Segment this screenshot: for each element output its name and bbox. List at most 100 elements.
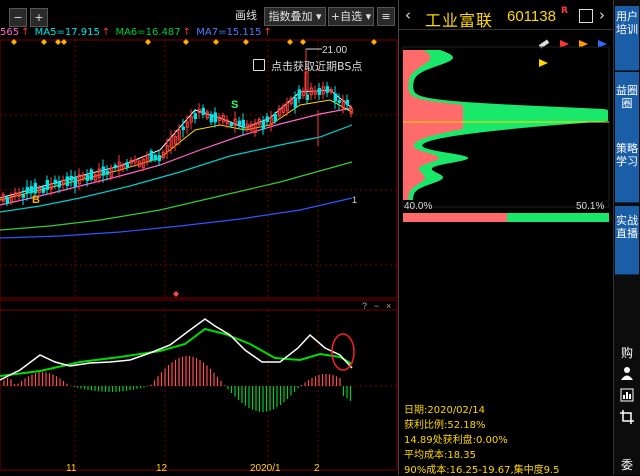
candle (21, 187, 25, 206)
candle (117, 154, 121, 178)
candle-body (293, 97, 297, 108)
candle-body (5, 197, 9, 204)
candle-body (113, 165, 117, 169)
candle (221, 112, 225, 125)
candle (81, 171, 85, 182)
candle-body (345, 99, 349, 106)
crop-icon[interactable] (617, 410, 637, 430)
chart-icon[interactable] (617, 388, 637, 408)
candle (97, 163, 101, 184)
candle-body (273, 114, 277, 122)
candle (269, 111, 273, 132)
candle-body (193, 113, 197, 120)
tab-user-training-label: 用户培训 (616, 10, 638, 36)
candle-body (89, 169, 93, 180)
indicator-help-button[interactable]: ? (362, 301, 367, 311)
candle-body (317, 88, 321, 95)
buy-button[interactable]: 购 (617, 344, 637, 362)
tab-user-training[interactable]: 用户培训 (615, 6, 639, 71)
candle (149, 148, 153, 163)
candle-body (157, 155, 161, 161)
candle (301, 87, 305, 100)
candle-body (149, 150, 153, 161)
candle (61, 175, 65, 190)
sell-marker[interactable]: S (231, 99, 238, 111)
candle (261, 115, 265, 135)
candle-body (45, 179, 49, 190)
ma-line-cyan (0, 124, 353, 213)
candle-body (25, 187, 29, 194)
candle-body (333, 93, 337, 102)
x-axis-label: 2020/1 (250, 463, 281, 474)
buy-marker[interactable]: B (32, 194, 40, 206)
candle (69, 169, 73, 187)
x-axis-label: 12 (156, 463, 168, 474)
tab-yiquanquan-label: 益圈圈 (616, 84, 638, 110)
candle (245, 119, 249, 133)
level-marker: 1 (352, 195, 357, 205)
indicator-minimize-button[interactable]: − (374, 301, 379, 311)
candle-body (21, 194, 25, 198)
candle (169, 130, 173, 155)
candle (145, 151, 149, 166)
candle-body (65, 176, 69, 186)
tab-live-broadcast[interactable]: 实战直播 (615, 206, 639, 275)
tab-strategy-learning[interactable]: 策略学习 (615, 136, 639, 203)
chip-distribution[interactable]: 40.0% 50.1% (399, 45, 614, 265)
candle (321, 81, 325, 99)
candle-body (69, 175, 73, 181)
stock-menu-icon[interactable] (579, 9, 593, 23)
candle-body (265, 116, 269, 123)
bs-points-label: 点击获取近期BS点 (271, 60, 363, 73)
candle-body (33, 182, 37, 194)
pane-marker-icon (173, 291, 179, 297)
profit-bar-red (403, 213, 508, 222)
ma-line-green (0, 161, 353, 231)
user-icon[interactable] (617, 366, 637, 386)
candle-body (297, 89, 301, 100)
candle (197, 103, 201, 119)
candle (237, 116, 241, 130)
candle-body (213, 112, 217, 123)
indicator-close-button[interactable]: × (386, 301, 391, 311)
candle (341, 94, 345, 114)
candle (333, 86, 337, 109)
candle (213, 107, 217, 128)
candle (129, 157, 133, 167)
prev-stock-button[interactable]: ‹ (405, 6, 411, 24)
info-cost90: 90%成本:16.25-19.67,集中度9.5 (404, 465, 560, 476)
candle (325, 81, 329, 98)
stock-name: 工业富联 (425, 11, 494, 30)
candle-body (105, 170, 109, 175)
info-date: 日期:2020/02/14 (404, 405, 486, 416)
side-panel: ‹ 工业富联 601138 R › 40.0% 50.1% 日期:2020/02… (398, 0, 614, 476)
profit-bar-green (507, 213, 609, 222)
next-stock-button[interactable]: › (599, 6, 605, 24)
delegate-button[interactable]: 委 (617, 456, 637, 474)
candle (101, 159, 105, 183)
candle (297, 85, 301, 104)
candle-body (101, 166, 105, 176)
tab-live-broadcast-label: 实战直播 (616, 214, 638, 240)
candle-body (85, 174, 89, 181)
candle-body (209, 114, 213, 123)
candle-body (237, 120, 241, 126)
profile-right-pct: 50.1% (576, 201, 604, 212)
candle-body (29, 186, 33, 194)
bs-points-button[interactable]: 点击获取近期BS点 (253, 58, 362, 74)
candle (25, 179, 29, 201)
candle (249, 120, 253, 134)
candle (313, 85, 317, 99)
candle (241, 113, 245, 136)
candle (165, 138, 169, 160)
candle (153, 153, 157, 162)
candle (257, 116, 261, 128)
macd-histogram (3, 356, 352, 412)
candle (113, 162, 117, 171)
candle-body (337, 100, 341, 103)
candle (253, 118, 257, 137)
tab-yiquanquan[interactable]: 益圈圈 (615, 72, 639, 141)
right-tab-bar: 用户培训 益圈圈 策略学习 实战直播 购 委 (613, 0, 640, 475)
stock-header: ‹ 工业富联 601138 R › (399, 6, 614, 30)
chart-area[interactable]: − + 画线 指数叠加 ▾ +自选 ▾ ≡ 565 ↑ MA5=17.915 ↑ M… (0, 0, 398, 475)
